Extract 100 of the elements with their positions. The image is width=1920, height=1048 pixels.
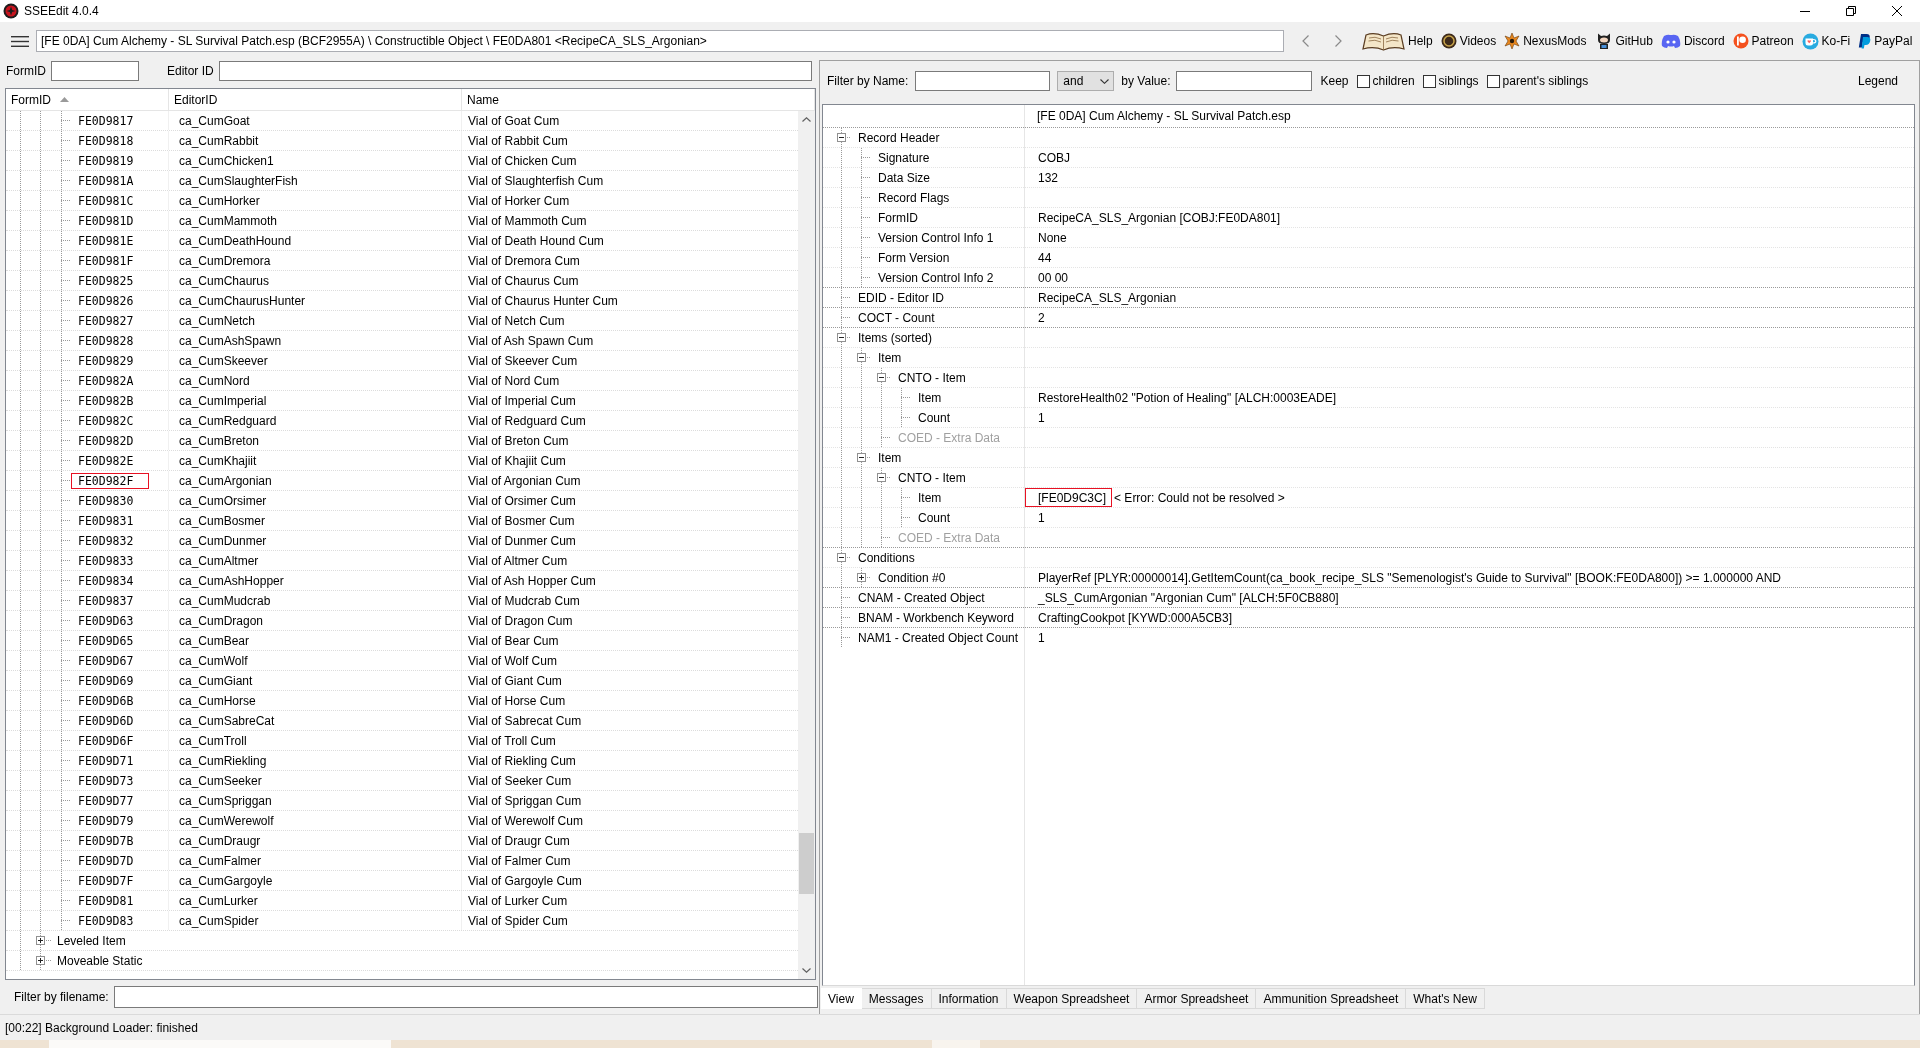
editor-id: ca_CumSpriggan [169, 791, 462, 810]
form-id: FE0D9D7B [77, 832, 135, 849]
tab[interactable]: Messages [861, 988, 932, 1009]
editor-id: ca_CumDeathHound [169, 231, 462, 250]
form-id: FE0D9819 [77, 152, 135, 169]
field-value: 1 [1037, 629, 1046, 647]
toolbar-link[interactable]: Discord [1660, 33, 1725, 49]
editor-id: ca_CumGoat [169, 111, 462, 130]
item-name: Vial of Skeever Cum [467, 353, 579, 368]
field-label: FormID [877, 209, 919, 226]
expand-icon[interactable] [36, 956, 45, 965]
editor-id: ca_CumBreton [169, 431, 462, 450]
field-label: by Value: [1121, 74, 1171, 88]
column-header[interactable]: Name [462, 89, 815, 110]
form-id: FE0D982E [77, 452, 135, 469]
scrollbar-thumb[interactable] [799, 833, 814, 894]
form-id: FE0D9825 [77, 272, 135, 289]
tab[interactable]: View [821, 988, 862, 1009]
form-id: FE0D981F [77, 252, 135, 269]
expand-icon[interactable] [36, 936, 45, 945]
checkbox[interactable] [1422, 74, 1436, 88]
open-book-icon [1362, 31, 1405, 51]
path-field[interactable]: [FE 0DA] Cum Alchemy - SL Survival Patch.esp (BCF2955A) \ Constructible Object \ FE0DA801 <RecipeCA_SLS_Argonian> [36, 30, 1284, 52]
toolbar-link[interactable]: PayPal [1858, 33, 1913, 49]
field-value: 132 [1037, 169, 1060, 187]
collapse-icon[interactable] [857, 353, 866, 362]
editor-id-field[interactable] [218, 61, 812, 81]
collapse-icon[interactable] [877, 473, 886, 482]
field-label: Signature [877, 149, 931, 166]
form-id: FE0D9831 [77, 512, 135, 529]
tab[interactable]: What's New [1406, 988, 1485, 1009]
toolbar-link[interactable]: Ko-Fi [1801, 32, 1851, 50]
field-label: Items (sorted) [857, 329, 933, 346]
group-label[interactable]: Moveable Static [52, 953, 143, 968]
operator-dropdown[interactable]: and [1057, 71, 1115, 91]
field-label: NAM1 - Created Object Count [857, 629, 1020, 646]
checkbox[interactable] [1486, 74, 1500, 88]
collapse-icon[interactable] [837, 133, 846, 142]
scroll-down-icon[interactable] [802, 968, 811, 973]
form-id: FE0D9833 [77, 552, 135, 569]
tab[interactable]: Ammunition Spreadsheet [1256, 988, 1407, 1009]
editor-id: ca_CumRedguard [169, 411, 462, 430]
form-id: FE0D9834 [77, 572, 135, 589]
editor-id: ca_CumFalmer [169, 851, 462, 870]
editor-id: ca_CumImperial [169, 391, 462, 410]
item-name: Vial of Ash Hopper Cum [467, 573, 597, 588]
toolbar-link[interactable]: GitHub [1594, 32, 1653, 50]
field-label: Condition #0 [877, 569, 947, 586]
editor-id: ca_CumGiant [169, 671, 462, 690]
toolbar-link[interactable]: Patreon [1732, 33, 1794, 49]
item-name: Vial of Netch Cum [467, 313, 566, 328]
tab[interactable]: Information [931, 988, 1007, 1009]
field-label: CNTO - Item [897, 369, 967, 386]
item-name: Vial of Dragon Cum [467, 613, 574, 628]
form-id: FE0D9D73 [77, 772, 135, 789]
toolbar-link[interactable]: Help [1362, 31, 1433, 51]
tab[interactable]: Armor Spreadsheet [1137, 988, 1257, 1009]
collapse-icon[interactable] [857, 453, 866, 462]
field-label: Item [877, 349, 903, 366]
checkbox-label: siblings [1438, 74, 1479, 88]
group-label[interactable]: Leveled Item [52, 933, 126, 948]
expand-icon[interactable] [857, 573, 866, 582]
toolbar-link[interactable]: Videos [1440, 33, 1497, 49]
collapse-icon[interactable] [837, 333, 846, 342]
collapse-icon[interactable] [877, 373, 886, 382]
column-header[interactable]: EditorID [169, 89, 462, 110]
name-filter-field[interactable] [915, 71, 1051, 91]
item-name: Vial of Death Hound Cum [467, 233, 605, 248]
tab[interactable]: Weapon Spreadsheet [1006, 988, 1138, 1009]
item-name: Vial of Breton Cum [467, 433, 570, 448]
form-id: FE0D9818 [77, 132, 135, 149]
form-id: FE0D9829 [77, 352, 135, 369]
patreon-logo-icon [1732, 33, 1749, 49]
item-name: Vial of Gargoyle Cum [467, 873, 583, 888]
filename-filter-field[interactable] [113, 986, 818, 1008]
toolbar-link[interactable]: NexusMods [1504, 33, 1587, 49]
form-id: FE0D9D7F [77, 872, 135, 889]
checkbox-label: children [1372, 74, 1415, 88]
editor-id: ca_CumDragon [169, 611, 462, 630]
editor-id: ca_CumKhajiit [169, 451, 462, 470]
field-value: RecipeCA_SLS_Argonian [COBJ:FE0DA801] [1037, 209, 1282, 227]
editor-id: ca_CumSabreCat [169, 711, 462, 730]
item-name: Vial of Rabbit Cum [467, 133, 569, 148]
item-name: Vial of Spider Cum [467, 913, 569, 928]
checkbox[interactable] [1356, 74, 1370, 88]
field-label: Version Control Info 1 [877, 229, 995, 246]
field-label: Version Control Info 2 [877, 269, 995, 286]
scroll-up-icon[interactable] [802, 117, 811, 122]
value-filter-field[interactable] [1175, 71, 1312, 91]
column-header[interactable]: FormID [6, 89, 169, 110]
field-value: _SLS_CumArgonian "Argonian Cum" [ALCH:5F0CB880] [1037, 589, 1340, 607]
collapse-icon[interactable] [837, 553, 846, 562]
form-id: FE0D9828 [77, 332, 135, 349]
field-value: 00 00 [1037, 269, 1070, 287]
editor-id: ca_CumSeeker [169, 771, 462, 790]
editor-id: ca_CumRabbit [169, 131, 462, 150]
form-id-field[interactable] [51, 61, 139, 81]
legend-link[interactable]: Legend [1857, 74, 1898, 88]
editor-id: ca_CumMammoth [169, 211, 462, 230]
item-name: Vial of Lurker Cum [467, 893, 569, 908]
